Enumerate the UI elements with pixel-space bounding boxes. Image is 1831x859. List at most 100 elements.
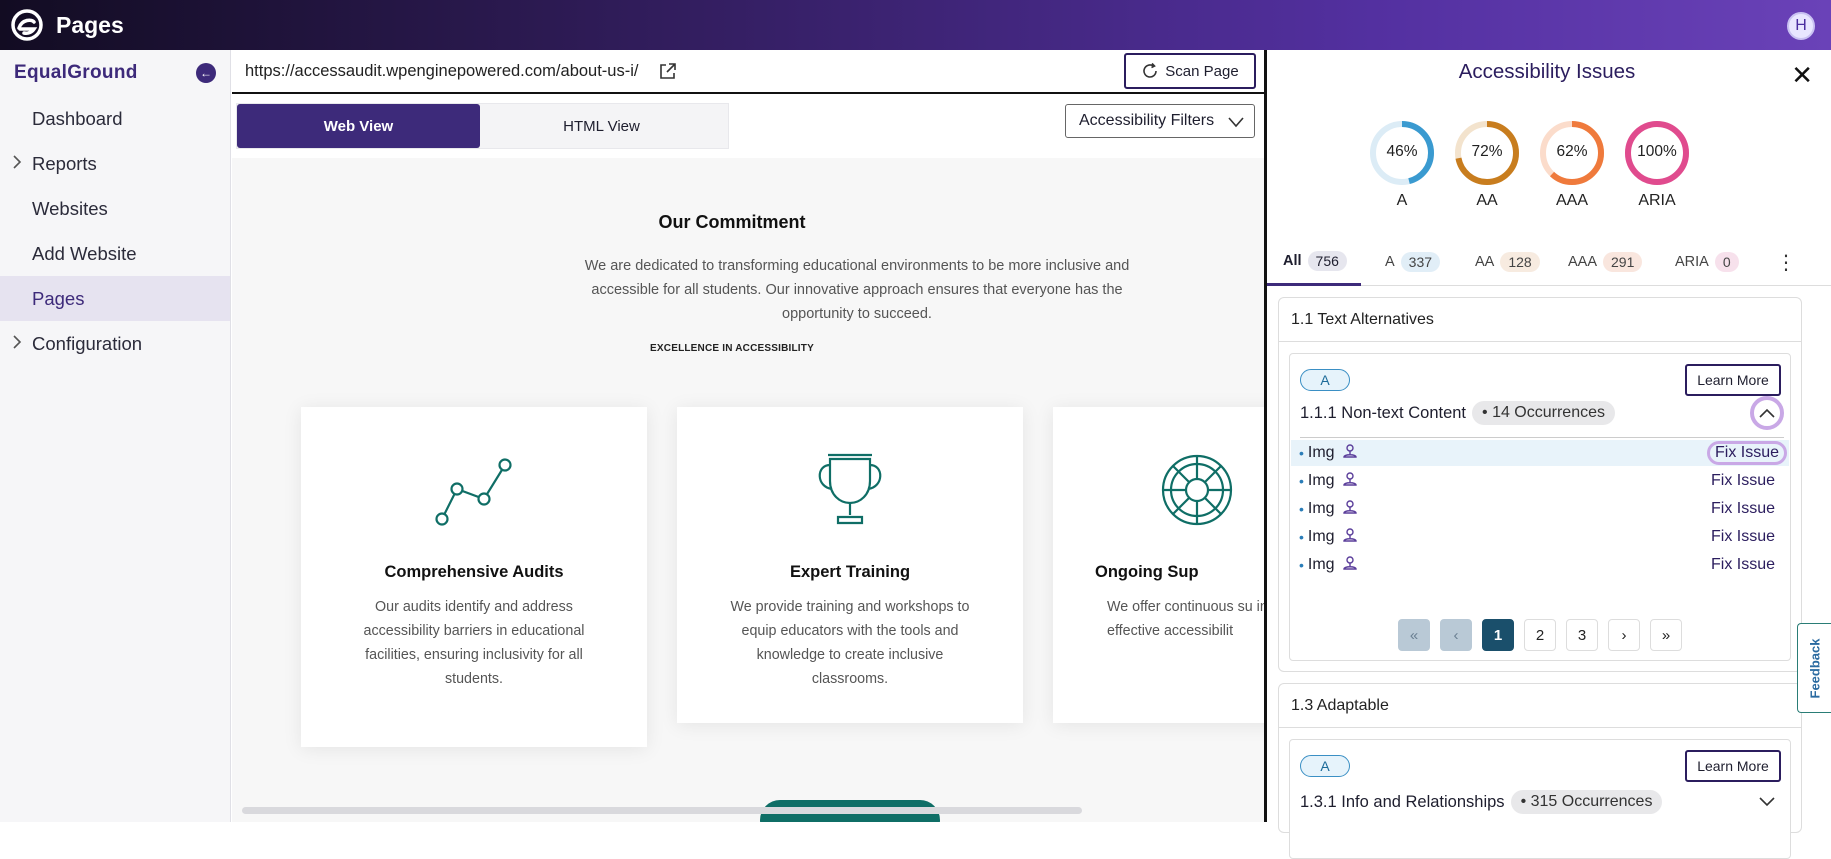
- section-title: 1.1 Text Alternatives: [1279, 298, 1801, 342]
- fix-issue-link[interactable]: Fix Issue: [1707, 470, 1779, 492]
- prev-page-button[interactable]: ‹: [1440, 619, 1472, 651]
- line-chart-icon: [301, 451, 647, 529]
- user-avatar[interactable]: H: [1787, 12, 1815, 40]
- score-donut-aa: 72% AA: [1452, 118, 1522, 210]
- first-page-button[interactable]: «: [1398, 619, 1430, 651]
- external-link-icon[interactable]: [658, 61, 678, 81]
- fix-issue-link[interactable]: Fix Issue: [1707, 554, 1779, 576]
- score-label: ARIA: [1638, 192, 1676, 209]
- sidebar-item-add-website[interactable]: Add Website: [0, 231, 230, 276]
- sidebar-item-label: Websites: [32, 197, 108, 219]
- page-button-2[interactable]: 2: [1524, 619, 1556, 651]
- criterion-title: 1.3.1 Info and Relationships: [1300, 792, 1505, 811]
- tab-all[interactable]: All 756: [1267, 238, 1361, 286]
- page-preview: Our Commitment We are dedicated to trans…: [232, 158, 1264, 822]
- sidebar-item-websites[interactable]: Websites: [0, 186, 230, 231]
- tab-label: AAA: [1568, 254, 1598, 270]
- sidebar-item-label: Dashboard: [32, 107, 123, 129]
- learn-more-button[interactable]: Learn More: [1685, 750, 1781, 782]
- occurrence-row[interactable]: • Img Fix Issue: [1291, 524, 1789, 550]
- next-page-button[interactable]: ›: [1608, 619, 1640, 651]
- tab-label: All: [1283, 252, 1302, 269]
- sidebar-item-label: Add Website: [32, 242, 137, 264]
- tab-label: AA: [1475, 254, 1495, 270]
- tab-aaa[interactable]: AAA 291: [1552, 238, 1656, 286]
- score-percent: 62%: [1556, 143, 1588, 160]
- sidebar-item-reports[interactable]: Reports: [0, 141, 230, 186]
- sidebar-item-pages[interactable]: Pages: [0, 276, 230, 321]
- locate-icon[interactable]: [1341, 526, 1359, 549]
- occurrence-row[interactable]: • Img Fix Issue: [1291, 552, 1789, 578]
- horizontal-scrollbar[interactable]: [242, 807, 1082, 814]
- more-options-icon[interactable]: ⋮: [1776, 250, 1796, 275]
- accessibility-filters-label: Accessibility Filters: [1079, 112, 1215, 129]
- app-logo-icon[interactable]: [9, 7, 45, 43]
- level-badge: A: [1300, 755, 1350, 777]
- page-url: https://accessaudit.wpenginepowered.com/…: [245, 61, 639, 80]
- last-page-button[interactable]: »: [1650, 619, 1682, 651]
- tab-label: A: [1385, 254, 1395, 270]
- divider: [1300, 437, 1784, 438]
- score-donut-a: 46% A: [1367, 118, 1437, 210]
- accessibility-filters-dropdown[interactable]: Accessibility Filters: [1065, 104, 1255, 138]
- occurrence-row[interactable]: • Img Fix Issue: [1291, 440, 1789, 466]
- collapse-sidebar-icon[interactable]: ←: [196, 63, 216, 83]
- top-bar: Pages H: [0, 0, 1831, 50]
- occurrence-row[interactable]: • Img Fix Issue: [1291, 496, 1789, 522]
- occurrences-badge: • 315 Occurrences: [1510, 790, 1663, 814]
- tab-a[interactable]: A 337: [1369, 238, 1454, 286]
- element-label: Img: [1307, 528, 1335, 545]
- locate-icon[interactable]: [1341, 470, 1359, 493]
- card-heading: Ongoing Sup: [1095, 563, 1199, 581]
- close-icon[interactable]: ✕: [1791, 62, 1813, 88]
- fix-issue-link[interactable]: Fix Issue: [1707, 526, 1779, 548]
- chevron-down-icon: [1226, 112, 1246, 137]
- sidebar-item-dashboard[interactable]: Dashboard: [0, 96, 230, 141]
- card-heading: Comprehensive Audits: [384, 563, 564, 581]
- trophy-icon: [677, 451, 1023, 529]
- chevron-down-icon[interactable]: [1750, 784, 1784, 818]
- card-body: Our audits identify and address accessib…: [363, 599, 585, 687]
- sidebar-item-label: Configuration: [32, 332, 143, 354]
- criterion-row: 1.3.1 Info and Relationships • 315 Occur…: [1300, 790, 1663, 814]
- count-badge: 337: [1400, 252, 1441, 272]
- count-badge: 0: [1714, 252, 1739, 272]
- view-tabs: Web View HTML View: [236, 103, 729, 149]
- score-label: AA: [1476, 192, 1498, 209]
- page-button-1[interactable]: 1: [1482, 619, 1514, 651]
- fix-issue-link[interactable]: Fix Issue: [1706, 441, 1787, 465]
- preview-description: We are dedicated to transforming educati…: [584, 258, 1130, 322]
- accessibility-issues-panel: Accessibility Issues ✕ 46% A 72% AA 62% AAA 10…: [1264, 50, 1831, 859]
- scan-page-label: Scan Page: [1165, 62, 1239, 80]
- card-comprehensive-audits: Comprehensive Audits Our audits identify…: [301, 407, 647, 747]
- score-label: A: [1396, 192, 1408, 209]
- chevron-up-icon[interactable]: [1750, 396, 1784, 430]
- occurrence-row[interactable]: • Img Fix Issue: [1291, 468, 1789, 494]
- tab-html-view[interactable]: HTML View: [480, 104, 723, 148]
- score-percent: 72%: [1471, 143, 1503, 160]
- page-button-3[interactable]: 3: [1566, 619, 1598, 651]
- sidebar-nav: Dashboard Reports Websites Add Website Pages…: [0, 96, 230, 366]
- card-body: We provide training and workshops to equ…: [730, 599, 970, 687]
- fix-issue-link[interactable]: Fix Issue: [1707, 498, 1779, 520]
- locate-icon[interactable]: [1341, 498, 1359, 521]
- element-label: Img: [1307, 556, 1335, 573]
- tab-aa[interactable]: AA 128: [1459, 238, 1554, 286]
- sidebar-item-configuration[interactable]: Configuration: [0, 321, 230, 366]
- feedback-tab[interactable]: Feedback: [1797, 623, 1831, 713]
- score-donut-aaa: 62% AAA: [1537, 118, 1607, 210]
- scan-page-button[interactable]: Scan Page: [1124, 53, 1256, 89]
- locate-icon[interactable]: [1341, 442, 1359, 465]
- element-label: Img: [1307, 472, 1335, 489]
- locate-icon[interactable]: [1341, 554, 1359, 577]
- bullet: •: [1299, 445, 1304, 461]
- section-adaptable: 1.3 Adaptable A Learn More 1.3.1 Info an…: [1278, 683, 1802, 859]
- score-percent: 100%: [1637, 143, 1677, 160]
- element-label: Img: [1307, 500, 1335, 517]
- card-heading: Expert Training: [789, 563, 911, 581]
- page-title: Pages: [56, 11, 124, 38]
- tab-web-view[interactable]: Web View: [237, 104, 480, 148]
- url-bar: https://accessaudit.wpenginepowered.com/…: [232, 50, 1264, 94]
- tab-aria[interactable]: ARIA 0: [1659, 238, 1753, 286]
- learn-more-button[interactable]: Learn More: [1685, 364, 1781, 396]
